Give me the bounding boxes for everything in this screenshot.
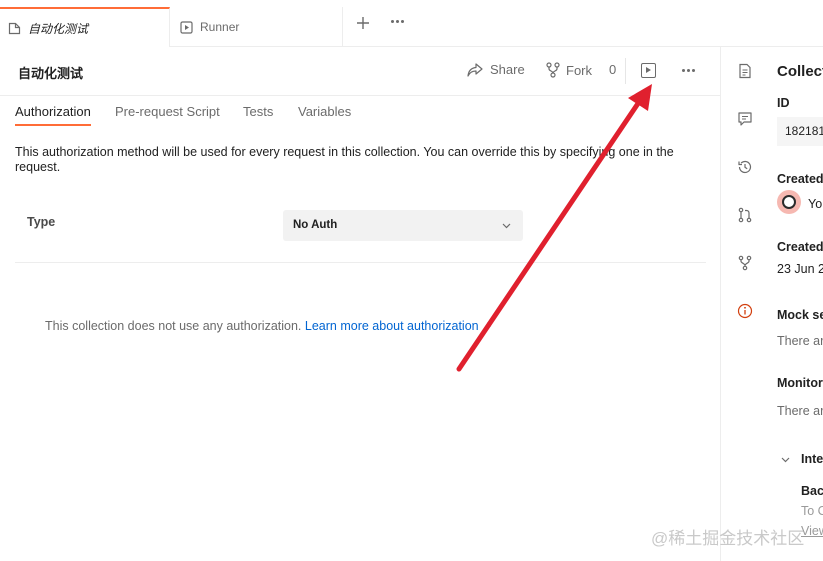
fork-button[interactable]: Fork	[546, 62, 592, 78]
tab-collection[interactable]: 自动化测试	[0, 7, 170, 47]
mock-servers-label: Mock se	[777, 308, 823, 322]
tab-variables[interactable]: Variables	[298, 104, 351, 119]
history-icon[interactable]	[737, 159, 753, 175]
fork-icon[interactable]	[737, 255, 753, 271]
section-divider	[15, 262, 706, 263]
monitors-label: Monitor	[777, 376, 823, 390]
fork-count: 0	[609, 62, 617, 77]
tab-bar: 自动化测试 Runner	[0, 0, 823, 47]
created-by-label: Created	[777, 172, 823, 186]
type-label: Type	[27, 215, 56, 229]
created-on-value: 23 Jun 2	[777, 262, 823, 276]
runner-icon	[180, 20, 193, 34]
collection-title: 自动化测试	[18, 66, 84, 81]
tab-runner[interactable]: Runner	[171, 7, 343, 47]
chevron-down-icon	[502, 223, 511, 229]
monitors-text: There ar	[777, 404, 823, 418]
tab-pre-request-script[interactable]: Pre-request Script	[115, 104, 220, 119]
pull-request-icon[interactable]	[737, 207, 753, 223]
chevron-down-icon[interactable]	[781, 455, 790, 464]
watermark: @稀土掘金技术社区	[651, 529, 805, 548]
integrations-label[interactable]: Inte	[801, 452, 823, 466]
share-button[interactable]: Share	[467, 62, 525, 77]
info-panel-title: Collect	[777, 63, 823, 80]
tab-authorization[interactable]: Authorization	[15, 104, 91, 126]
authorization-description: This authorization method will be used f…	[15, 145, 674, 174]
comments-icon[interactable]	[737, 111, 753, 127]
created-by-value[interactable]: Yo	[808, 197, 822, 211]
backup-text: To C	[801, 504, 823, 518]
documentation-icon[interactable]	[737, 63, 753, 79]
share-icon	[467, 62, 483, 77]
avatar	[777, 190, 801, 214]
tab-label: 自动化测试	[28, 21, 89, 36]
created-on-label: Created	[777, 240, 823, 254]
backup-label: Bac	[801, 484, 823, 498]
tab-options-more-icon[interactable]	[391, 20, 404, 23]
view-link[interactable]: View	[801, 524, 823, 538]
new-tab-plus-icon[interactable]	[356, 16, 370, 30]
tab-label: Runner	[200, 20, 240, 34]
id-label: ID	[777, 96, 790, 110]
fork-icon	[546, 62, 560, 78]
tab-tests[interactable]: Tests	[243, 104, 273, 119]
run-collection-button[interactable]	[641, 63, 656, 78]
collection-icon	[8, 22, 21, 34]
learn-more-auth-link[interactable]: Learn more about authorization ↗	[305, 319, 493, 333]
right-panel-divider	[720, 47, 721, 561]
mock-servers-text: There ar	[777, 334, 823, 348]
fork-label: Fork	[566, 62, 592, 78]
collection-more-icon[interactable]	[682, 69, 695, 72]
no-auth-message: This collection does not use any authori…	[45, 319, 302, 333]
auth-type-value: No Auth	[293, 219, 338, 231]
auth-type-select[interactable]: No Auth	[283, 210, 523, 241]
header-divider	[625, 58, 626, 84]
share-label: Share	[490, 62, 525, 77]
collection-id-value[interactable]: 182181	[777, 117, 823, 146]
header-divider-line	[0, 95, 720, 96]
info-icon[interactable]	[737, 303, 753, 319]
no-auth-message-row: This collection does not use any authori…	[45, 318, 493, 333]
annotation-arrow-icon	[456, 84, 652, 372]
